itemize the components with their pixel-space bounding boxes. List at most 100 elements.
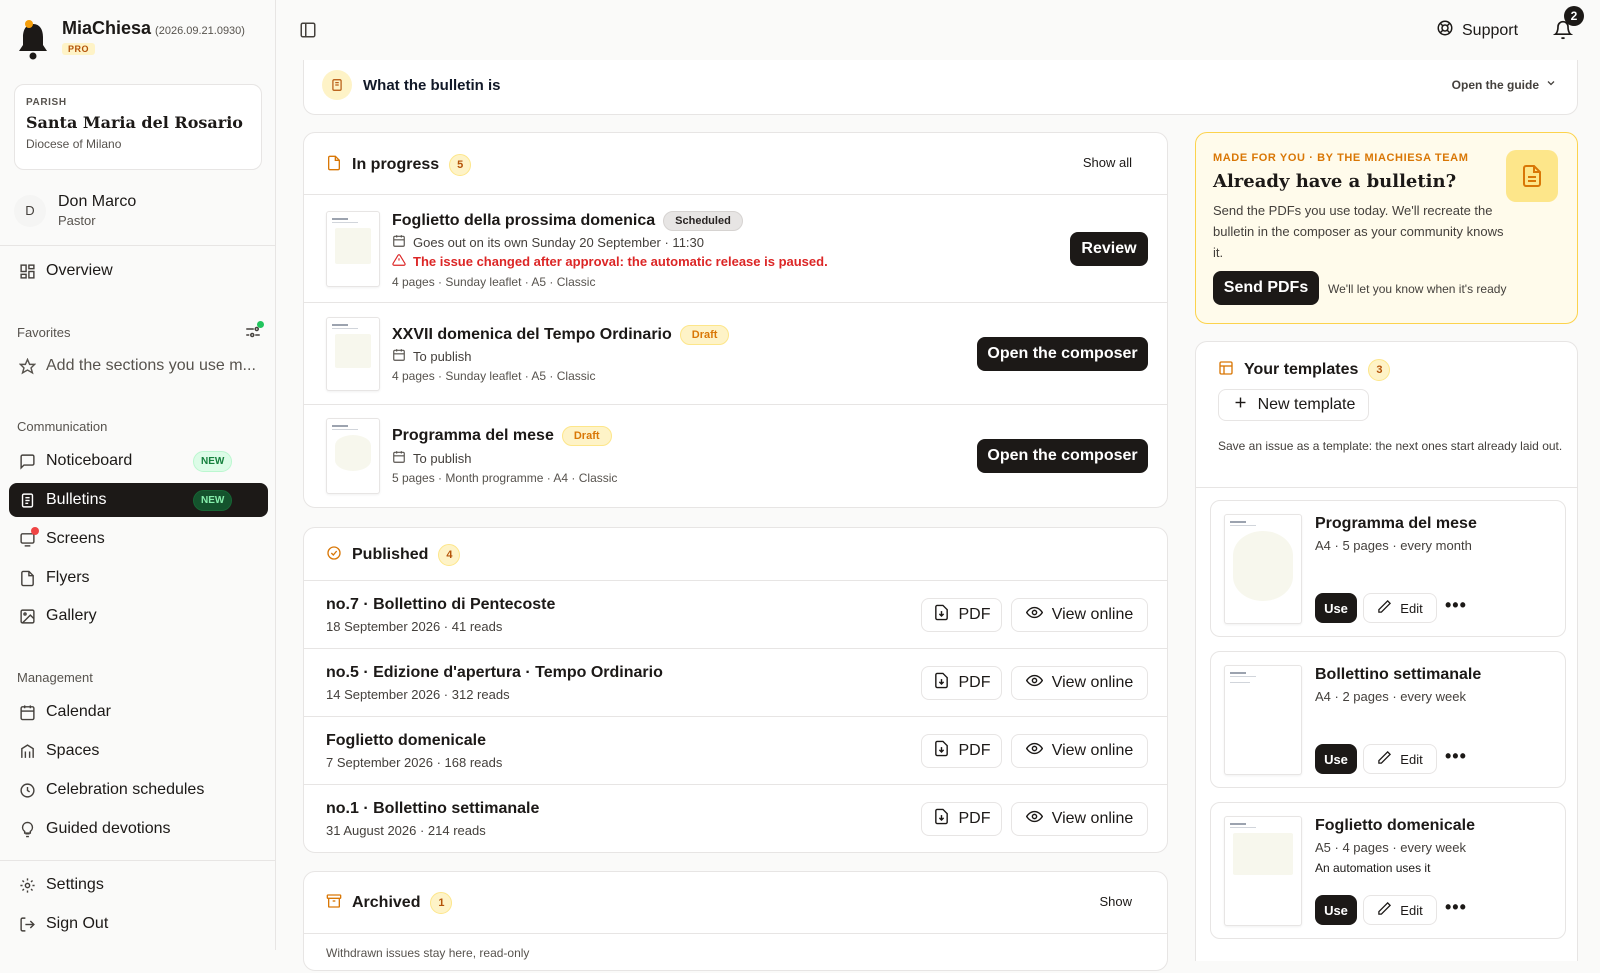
show-archived-button[interactable]: Show <box>1099 894 1132 909</box>
sidebar-item-screens[interactable]: Screens <box>9 522 268 556</box>
template-card[interactable]: Foglietto domenicale A5 · 4 pages · ever… <box>1210 802 1566 939</box>
list-item[interactable]: Foglietto della prossima domenica Schedul… <box>304 194 1167 302</box>
import-promo-card: MADE FOR YOU · BY THE MIACHIESA TEAM Alr… <box>1195 132 1578 324</box>
in-progress-section: In progress 5 Show all Foglietto della p… <box>303 132 1168 508</box>
document-icon <box>1506 150 1558 202</box>
sidebar-item-bulletins[interactable]: Bulletins NEW <box>9 483 268 517</box>
edit-template-button[interactable]: Edit <box>1363 744 1437 774</box>
pencil-icon <box>1377 750 1392 768</box>
templates-header: Your templates 3 <box>1218 359 1391 381</box>
sidebar-item-label: Spaces <box>46 742 100 759</box>
sidebar-item-label: Sign Out <box>46 915 109 932</box>
sidebar-item-overview[interactable]: Overview <box>9 254 268 288</box>
divider <box>1196 487 1577 488</box>
user-profile[interactable]: D Don Marco Pastor <box>14 193 136 228</box>
guide-card[interactable]: What the bulletin is Open the guide <box>303 60 1578 115</box>
view-online-button[interactable]: View online <box>1011 802 1148 836</box>
template-card[interactable]: Bollettino settimanale A4 · 2 pages · ev… <box>1210 651 1566 788</box>
open-composer-button[interactable]: Open the composer <box>977 337 1148 371</box>
use-template-button[interactable]: Use <box>1315 744 1357 774</box>
sidebar-item-label: Calendar <box>46 703 111 720</box>
sidebar-item-gallery[interactable]: Gallery <box>9 599 268 633</box>
open-composer-button[interactable]: Open the composer <box>977 439 1148 473</box>
published-header: Published 4 <box>326 544 461 566</box>
favorites-settings-icon[interactable] <box>244 321 264 341</box>
message-icon <box>18 452 36 470</box>
new-badge: NEW <box>193 450 233 472</box>
list-item[interactable]: XXVII domenica del Tempo Ordinario Draft … <box>304 302 1167 404</box>
view-online-button[interactable]: View online <box>1011 666 1148 700</box>
status-badge: Draft <box>679 325 730 345</box>
favorites-heading: Favorites <box>17 325 71 340</box>
edit-template-button[interactable]: Edit <box>1363 593 1437 623</box>
more-options-icon[interactable]: ••• <box>1445 595 1467 616</box>
sidebar-item-label: Guided devotions <box>46 820 171 837</box>
table-row[interactable]: no.7 · Bollettino di Pentecoste 18 Septe… <box>304 580 1167 648</box>
more-options-icon[interactable]: ••• <box>1445 897 1467 918</box>
sidebar-toggle-icon[interactable] <box>299 21 317 39</box>
pdf-button[interactable]: PDF <box>921 666 1002 700</box>
view-online-button[interactable]: View online <box>1011 734 1148 768</box>
show-all-button[interactable]: Show all <box>1083 155 1132 170</box>
bulletin-thumbnail <box>326 211 380 287</box>
template-card[interactable]: Programma del mese A4 · 5 pages · every … <box>1210 500 1566 637</box>
table-row[interactable]: Foglietto domenicale 7 September 2026 · … <box>304 716 1167 784</box>
item-warning: The issue changed after approval: the au… <box>392 253 828 270</box>
screen-icon <box>18 527 39 548</box>
notifications-button[interactable]: 2 <box>1552 6 1584 40</box>
edit-template-button[interactable]: Edit <box>1363 895 1437 925</box>
sidebar-item-signout[interactable]: Sign Out <box>9 907 268 941</box>
pdf-button[interactable]: PDF <box>921 802 1002 836</box>
template-meta: A4 · 2 pages · every week <box>1315 689 1467 704</box>
sidebar-item-settings[interactable]: Settings <box>9 868 268 902</box>
brand[interactable]: MiaChiesa (2026.09.21.0930) PRO <box>16 18 245 62</box>
table-row[interactable]: no.5 · Edizione d'apertura · Tempo Ordin… <box>304 648 1167 716</box>
clock-icon <box>18 781 36 799</box>
review-button[interactable]: Review <box>1070 232 1148 266</box>
issue-meta: 7 September 2026 · 168 reads <box>326 755 503 770</box>
sidebar: MiaChiesa (2026.09.21.0930) PRO PARISH Sa… <box>0 0 276 950</box>
pdf-button[interactable]: PDF <box>921 734 1002 768</box>
count-badge: 1 <box>430 892 453 914</box>
template-meta: A4 · 5 pages · every month <box>1315 538 1472 553</box>
list-item[interactable]: Programma del mese Draft To publish 5 pag… <box>304 404 1167 508</box>
template-thumbnail <box>1224 816 1302 926</box>
pencil-icon <box>1377 901 1392 919</box>
chevron-down-icon <box>1545 77 1557 92</box>
sidebar-item-flyers[interactable]: Flyers <box>9 561 268 595</box>
promo-note: We'll let you know when it's ready <box>1328 282 1507 296</box>
sidebar-item-label: Bulletins <box>46 491 107 508</box>
notification-count: 2 <box>1564 6 1584 26</box>
pdf-button[interactable]: PDF <box>921 598 1002 632</box>
table-row[interactable]: no.1 · Bollettino settimanale 31 August … <box>304 784 1167 852</box>
archived-hint-row: Withdrawn issues stay here, read-only <box>304 933 1167 973</box>
status-badge: Scheduled <box>663 211 743 231</box>
template-automation-note: An automation uses it <box>1315 861 1431 875</box>
sidebar-item-label: Celebration schedules <box>46 781 205 798</box>
calendar-clock-icon <box>392 450 406 467</box>
sidebar-item-devotions[interactable]: Guided devotions <box>9 812 268 846</box>
new-template-button[interactable]: New template <box>1218 389 1369 421</box>
send-pdfs-button[interactable]: Send PDFs <box>1213 271 1319 305</box>
star-icon <box>18 357 36 375</box>
bulletin-thumbnail <box>326 317 380 391</box>
parish-card[interactable]: PARISH Santa Maria del Rosario Diocese o… <box>14 84 262 170</box>
logout-icon <box>18 915 36 933</box>
count-badge: 5 <box>449 154 472 176</box>
more-options-icon[interactable]: ••• <box>1445 746 1467 767</box>
sidebar-item-noticeboard[interactable]: Noticeboard NEW <box>9 444 268 478</box>
use-template-button[interactable]: Use <box>1315 593 1357 623</box>
favorites-add-hint[interactable]: Add the sections you use m... <box>9 349 268 383</box>
divider <box>0 245 275 246</box>
sidebar-item-spaces[interactable]: Spaces <box>9 734 268 768</box>
sidebar-item-celebrations[interactable]: Celebration schedules <box>9 773 268 807</box>
view-online-button[interactable]: View online <box>1011 598 1148 632</box>
support-button[interactable]: Support <box>1436 19 1518 42</box>
layout-icon <box>1218 360 1234 381</box>
item-schedule: To publish <box>392 348 472 365</box>
item-schedule: To publish <box>392 450 472 467</box>
archived-section: Archived 1 Show Withdrawn issues stay he… <box>303 871 1168 971</box>
use-template-button[interactable]: Use <box>1315 895 1357 925</box>
sidebar-item-calendar[interactable]: Calendar <box>9 695 268 729</box>
open-guide-button[interactable]: Open the guide <box>1452 77 1557 92</box>
